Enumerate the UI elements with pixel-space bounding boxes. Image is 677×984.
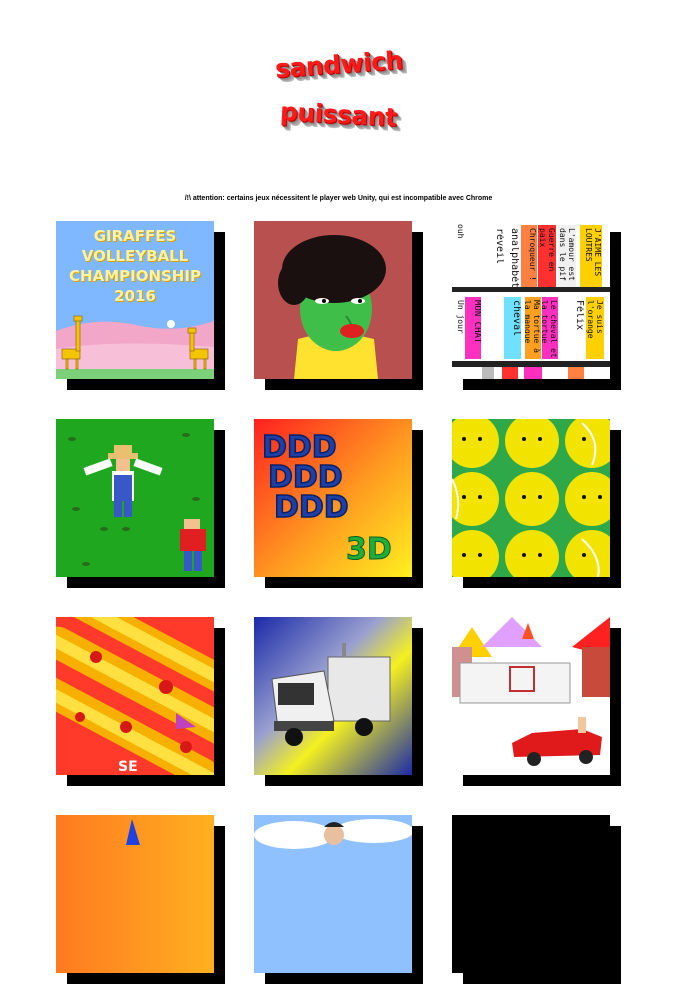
farmer-thumbnail <box>56 419 214 577</box>
logo-text-1: sandwich <box>273 45 404 84</box>
giraffes-title: GIRAFFES VOLLEYBALL CHAMPIONSHIP 2016 <box>69 227 201 305</box>
game-tile-pizza[interactable]: SE <box>56 617 225 786</box>
svg-text:3D: 3D <box>346 532 392 567</box>
ddd-3d-thumbnail: DDD DDD DDD 3D <box>254 419 412 577</box>
book-spine: cheval <box>504 297 521 359</box>
book-spine: ouh <box>452 221 465 283</box>
book-spine: L'amour est dans le pif <box>558 225 576 287</box>
giraffes-volleyball-thumbnail: GIRAFFES VOLLEYBALL CHAMPIONSHIP 2016 <box>56 221 214 379</box>
svg-text:DDD: DDD <box>274 490 349 525</box>
book-spine: analphabète <box>504 225 519 287</box>
site-logo-line-2[interactable]: puissant <box>0 96 677 133</box>
pizza-thumbnail: SE <box>56 617 214 775</box>
rocket-thumbnail <box>56 815 214 973</box>
pizza-text: SE <box>118 759 138 775</box>
green-face-thumbnail <box>254 221 412 379</box>
book-spine: J'AIME LES LOUTRES <box>580 225 602 287</box>
game-tile-ddd-3d[interactable]: DDD DDD DDD 3D <box>254 419 423 588</box>
book-spine: Guerre en paix <box>538 225 556 287</box>
sky-man-thumbnail <box>254 815 412 973</box>
book-spine: Ma tortue à la mangue <box>525 297 541 359</box>
game-tile-sky-man[interactable] <box>254 815 423 984</box>
game-tile-green-face[interactable] <box>254 221 423 390</box>
site-logo-line-1[interactable]: sandwich <box>0 46 677 84</box>
game-tile-giraffes-volleyball[interactable]: GIRAFFES VOLLEYBALL CHAMPIONSHIP 2016 <box>56 221 225 390</box>
tennis-balls-thumbnail <box>452 419 610 577</box>
truck-thumbnail <box>254 617 412 775</box>
game-tile-tennis-balls[interactable] <box>452 419 621 588</box>
logo-text-2: puissant <box>279 96 398 133</box>
dark-thumbnail <box>452 815 610 973</box>
shelf-board <box>452 287 610 292</box>
game-tile-dark[interactable] <box>452 815 621 984</box>
book-spine: Félix <box>566 297 584 359</box>
game-tile-bookshelf[interactable]: ouh réveil analphabète Chroqueur ! Guerr… <box>452 221 621 390</box>
book-spine: Un jour <box>452 297 465 359</box>
game-tile-farmer[interactable] <box>56 419 225 588</box>
book-spine: MON CHAT <box>465 297 481 359</box>
book-spine: Je suis l'orange <box>586 297 604 359</box>
unity-warning: /!\ attention: certains jeux nécessitent… <box>184 195 493 202</box>
book-spine: réveil <box>487 225 504 287</box>
game-tile-fairground[interactable] <box>452 617 621 786</box>
fairground-thumbnail <box>452 617 610 775</box>
book-spine: Chroqueur ! <box>521 225 537 287</box>
book-spine: Le cheval et la tortue <box>542 297 558 359</box>
bookshelf-thumbnail: ouh réveil analphabète Chroqueur ! Guerr… <box>452 221 610 379</box>
game-tile-rocket[interactable] <box>56 815 225 984</box>
game-tile-truck[interactable] <box>254 617 423 786</box>
